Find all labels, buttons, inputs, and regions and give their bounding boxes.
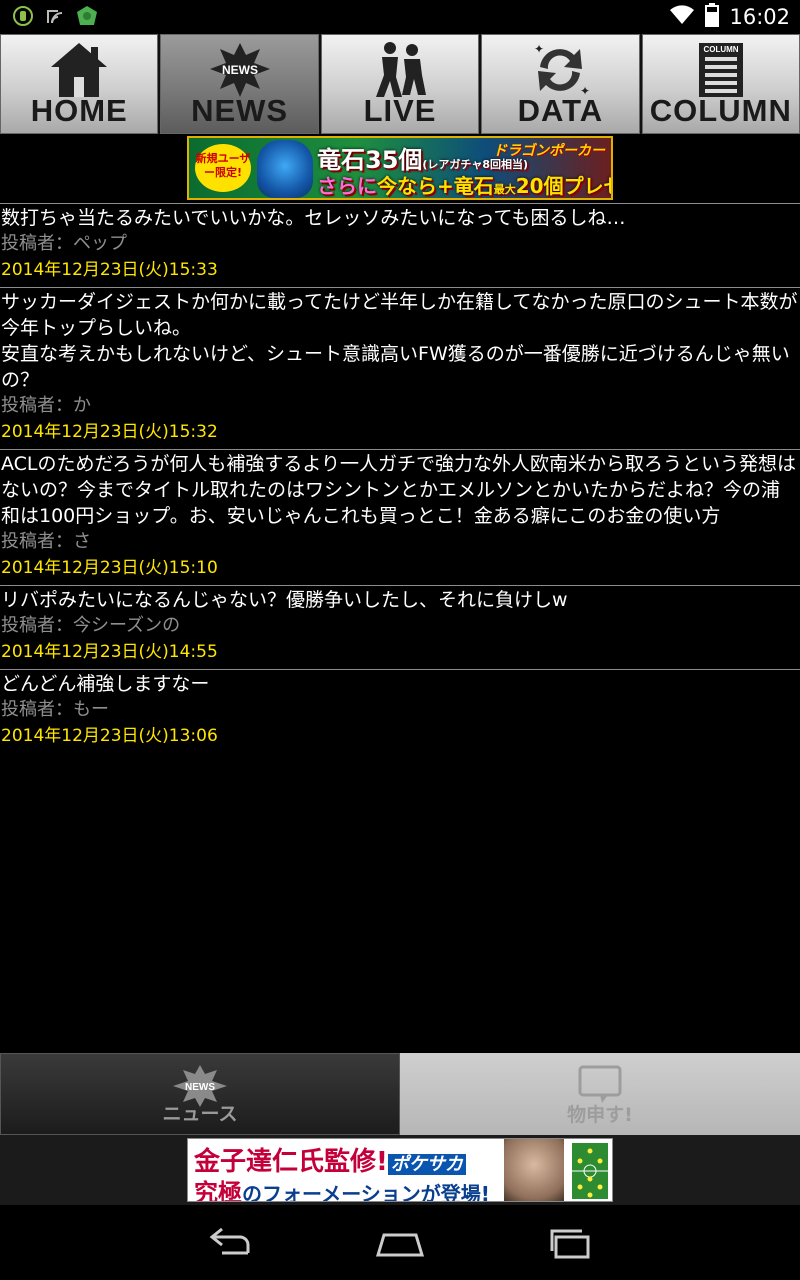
comment-list: 数打ちゃ当たるみたいでいいかな。セレッソみたいになっても困るしね… 投稿者：ペッ… [0,203,800,753]
nav-column[interactable]: COLUMN COLUMN [641,34,800,134]
comment-item[interactable]: リバポみたいになるんじゃない？優勝争いしたし、それに負けしw 投稿者：今シーズン… [0,585,800,669]
comment-author: 投稿者：もー [1,699,109,720]
bottom-ad-bar: 金子達仁氏監修! ポケサカ 究極のフォーメーションが登場! [0,1135,800,1205]
players-icon [368,41,432,99]
bottom-tab-bar: NEWS ニュース 物申す! [0,1053,800,1135]
usb-share-icon [44,5,66,27]
tab-news-label: ニュース [162,1103,238,1125]
nav-live[interactable]: LIVE [320,34,480,134]
wifi-icon [669,4,695,30]
formation-pitch-icon [570,1141,610,1201]
android-notification-icon [12,5,34,27]
comment-author: 投稿者：今シーズンの [1,615,181,636]
status-bar: 16:02 [0,0,800,34]
system-navigation-bar [0,1205,800,1280]
column-icon-text: COLUMN [703,45,738,54]
notification-icons [12,5,98,27]
recent-apps-icon[interactable] [540,1223,600,1263]
top-navigation: HOME NEWS NEWS LIVE ✦ ✦ DATA COLUMN COLUM… [0,34,800,134]
comment-body: リバポみたいになるんじゃない？優勝争いしたし、それに負けしw [1,589,568,611]
comment-body: サッカーダイジェストか何かに載ってたけど半年しか在籍してなかった原口のシュート本… [1,291,798,391]
comment-date: 2014年12月23日(火)13:06 [1,726,218,746]
nav-data-label: DATA [517,93,604,128]
battery-icon [705,3,720,31]
clock: 16:02 [729,5,790,29]
comment-date: 2014年12月23日(火)15:33 [1,260,218,280]
ad-badge: 新規ユーザー限定! [195,144,251,192]
column-icon: COLUMN [689,41,753,99]
comment-author: 投稿者：か [1,395,91,416]
app-notification-icon [76,5,98,27]
tab-monomousu-label: 物申す! [567,1104,633,1126]
nav-news[interactable]: NEWS NEWS [160,34,319,134]
comment-date: 2014年12月23日(火)14:55 [1,642,218,662]
nav-data[interactable]: ✦ ✦ DATA [481,34,640,134]
comment-date: 2014年12月23日(火)15:32 [1,422,218,442]
nav-column-label: COLUMN [649,93,792,128]
nav-home[interactable]: HOME [0,34,159,134]
comment-item[interactable]: どんどん補強しますなー 投稿者：もー 2014年12月23日(火)13:06 [0,669,800,753]
tab-news[interactable]: NEWS ニュース [0,1053,400,1135]
home-icon [47,41,111,99]
comment-author: 投稿者：ペップ [1,233,127,254]
tab-monomousu[interactable]: 物申す! [400,1053,800,1135]
bottom-ad-banner[interactable]: 金子達仁氏監修! ポケサカ 究極のフォーメーションが登場! [187,1138,613,1202]
comment-item[interactable]: サッカーダイジェストか何かに載ってたけど半年しか在籍してなかった原口のシュート本… [0,287,800,449]
comment-body: 数打ちゃ当たるみたいでいいかな。セレッソみたいになっても困るしね… [1,207,626,229]
portrait-image [504,1139,564,1201]
top-ad-banner[interactable]: 新規ユーザー限定! 竜石35個(レアガチャ8回相当) さらに今なら+竜石最大20… [187,136,613,200]
news-icon: NEWS [208,41,272,99]
dragon-mascot-icon [257,140,313,198]
comment-item[interactable]: 数打ちゃ当たるみたいでいいかな。セレッソみたいになっても困るしね… 投稿者：ペッ… [0,203,800,287]
comment-item[interactable]: ACLのためだろうが何人も補強するより一人ガチで強力な外人欧南米から取ろうという… [0,449,800,585]
back-icon[interactable] [200,1223,260,1263]
svg-text:✦: ✦ [534,42,544,56]
comment-date: 2014年12月23日(火)15:10 [1,558,218,578]
ad-logo: ドラゴンポーカー [493,143,605,159]
ad-sub-text: さらに今なら+竜石最大20個プレゼント!! [317,174,611,198]
data-icon: ✦ ✦ [528,41,592,99]
news-icon-text: NEWS [222,63,258,77]
comment-body: ACLのためだろうが何人も補強するより一人ガチで強力な外人欧南米から取ろうという… [1,453,796,527]
nav-home-label: HOME [30,93,128,128]
comment-body: どんどん補強しますなー [1,673,210,695]
nav-news-label: NEWS [191,93,289,128]
home-button-icon[interactable] [370,1223,430,1263]
nav-live-label: LIVE [363,93,437,128]
tab-news-icon-text: NEWS [185,1082,215,1093]
ad-subline: 究極のフォーメーションが登場! [194,1179,490,1202]
comment-author: 投稿者：さ [1,531,91,552]
